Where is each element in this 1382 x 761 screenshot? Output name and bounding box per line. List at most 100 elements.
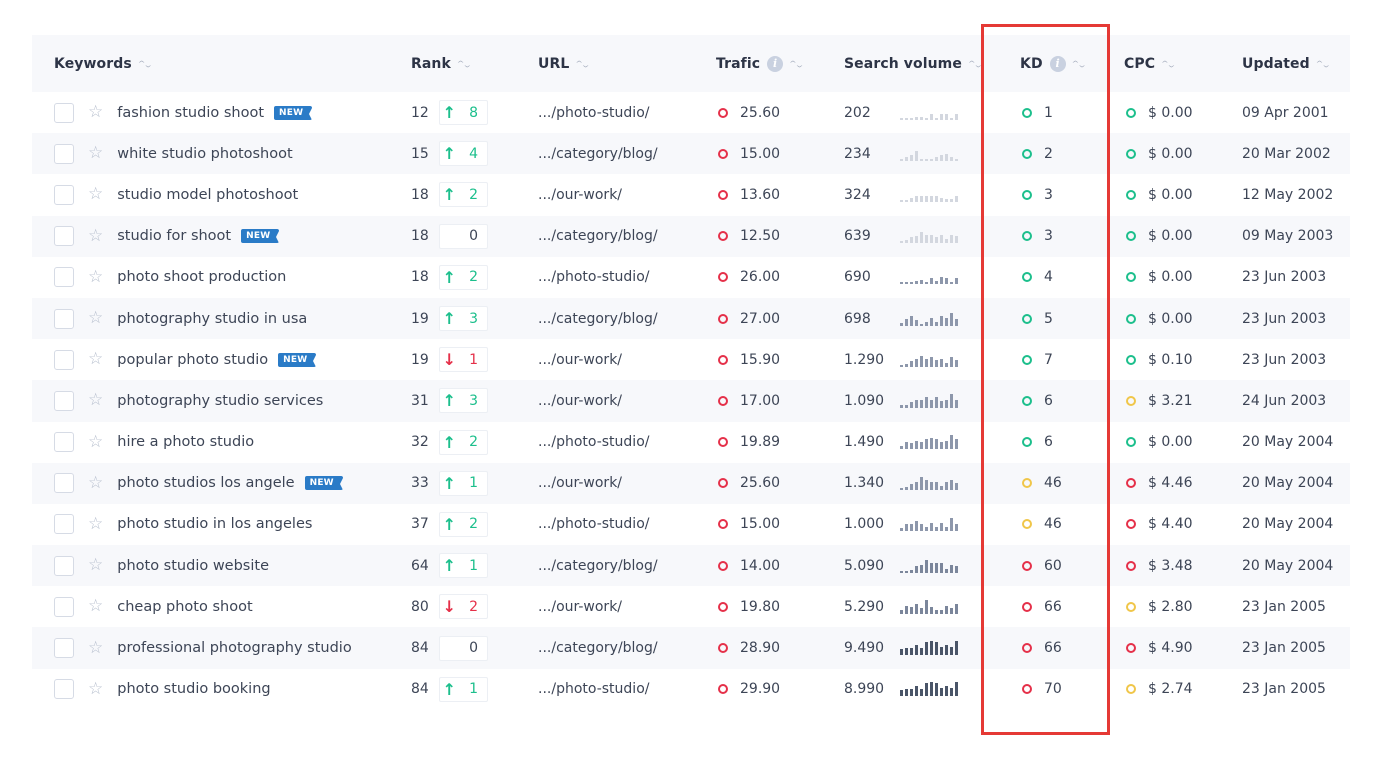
row-checkbox[interactable] [54,226,74,247]
url-cell[interactable]: .../our-work/ [538,463,622,504]
sort-arrows-icon[interactable]: ^ ^ [1072,59,1085,69]
keyword-text[interactable]: cheap photo shoot [117,599,252,615]
table-row[interactable]: ☆ photo studio website 64 ↑ 1 .../catego… [32,545,1350,587]
row-checkbox[interactable] [54,432,74,453]
table-row[interactable]: ☆ photo shoot production 18 ↑ 2 .../phot… [32,256,1350,298]
url-cell[interactable]: .../our-work/ [538,339,622,380]
row-checkbox[interactable] [54,184,74,205]
star-icon[interactable]: ☆ [88,515,103,533]
row-checkbox[interactable] [54,638,74,659]
star-icon[interactable]: ☆ [88,680,103,698]
table-row[interactable]: ☆ popular photo studio NEW 19 ↓ 1 .../ou… [32,339,1350,381]
url-link[interactable]: .../our-work/ [538,599,622,615]
url-link[interactable]: .../our-work/ [538,393,622,409]
col-header-cpc[interactable]: CPC ^ ^ [1124,35,1174,92]
star-icon[interactable]: ☆ [88,433,103,451]
keyword-text[interactable]: photo studio booking [117,681,270,697]
star-icon[interactable]: ☆ [88,392,103,409]
star-icon[interactable]: ☆ [88,351,103,368]
row-checkbox[interactable] [54,267,74,288]
url-link[interactable]: .../photo-studio/ [538,434,649,450]
star-icon[interactable]: ☆ [88,268,103,286]
table-row[interactable]: ☆ photo studio booking 84 ↑ 1 .../photo-… [32,668,1350,710]
url-link[interactable]: .../our-work/ [538,352,622,368]
sort-arrows-icon[interactable]: ^ ^ [138,59,151,69]
url-link[interactable]: .../photo-studio/ [538,516,649,532]
url-cell[interactable]: .../category/blog/ [538,627,658,668]
table-row[interactable]: ☆ photography studio services 31 ↑ 3 ...… [32,380,1350,422]
star-icon[interactable]: ☆ [88,598,103,615]
url-cell[interactable]: .../our-work/ [538,174,622,215]
keyword-text[interactable]: hire a photo studio [117,434,254,450]
info-icon[interactable]: i [1049,55,1066,72]
table-row[interactable]: ☆ studio model photoshoot 18 ↑ 2 .../our… [32,174,1350,216]
keyword-text[interactable]: photo shoot production [117,269,286,285]
row-checkbox[interactable] [54,349,74,370]
table-row[interactable]: ☆ white studio photoshoot 15 ↑ 4 .../cat… [32,133,1350,175]
keyword-text[interactable]: photo studio in los angeles [117,516,312,532]
url-link[interactable]: .../our-work/ [538,187,622,203]
sort-arrows-icon[interactable]: ^ ^ [575,59,588,69]
url-link[interactable]: .../category/blog/ [538,228,658,244]
sort-arrows-icon[interactable]: ^ ^ [789,59,802,69]
sort-arrows-icon[interactable]: ^ ^ [1161,59,1174,69]
url-cell[interactable]: .../category/blog/ [538,298,658,339]
star-icon[interactable]: ☆ [88,474,103,492]
keyword-text[interactable]: photo studios los angele [117,475,294,491]
url-link[interactable]: .../photo-studio/ [538,269,649,285]
url-link[interactable]: .../photo-studio/ [538,681,649,697]
row-checkbox[interactable] [54,390,74,411]
table-row[interactable]: ☆ studio for shoot NEW 18 0 .../category… [32,215,1350,257]
col-header-updated[interactable]: Updated ^ ^ [1242,35,1329,92]
sort-arrows-icon[interactable]: ^ ^ [1316,59,1329,69]
url-cell[interactable]: .../photo-studio/ [538,669,649,710]
row-checkbox[interactable] [54,308,74,329]
col-header-kd[interactable]: KD i ^ ^ [1020,35,1085,92]
url-cell[interactable]: .../category/blog/ [538,545,658,586]
col-header-search-volume[interactable]: Search volume ^ ^ [844,35,981,92]
sort-arrows-icon[interactable]: ^ ^ [968,59,981,69]
row-checkbox[interactable] [54,596,74,617]
star-icon[interactable]: ☆ [88,186,103,203]
url-link[interactable]: .../our-work/ [538,475,622,491]
table-row[interactable]: ☆ fashion studio shoot NEW 12 ↑ 8 .../ph… [32,92,1350,134]
url-link[interactable]: .../category/blog/ [538,640,658,656]
star-icon[interactable]: ☆ [88,639,103,657]
keyword-text[interactable]: studio for shoot [117,228,231,244]
url-link[interactable]: .../category/blog/ [538,146,658,162]
info-icon[interactable]: i [767,55,784,72]
keyword-text[interactable]: photo studio website [117,558,269,574]
col-header-traffic[interactable]: Trafic i ^ ^ [716,35,802,92]
table-row[interactable]: ☆ hire a photo studio 32 ↑ 2 .../photo-s… [32,421,1350,463]
keyword-text[interactable]: photography studio in usa [117,311,307,327]
url-cell[interactable]: .../category/blog/ [538,133,658,174]
row-checkbox[interactable] [54,473,74,494]
keyword-text[interactable]: photography studio services [117,393,323,409]
keyword-text[interactable]: professional photography studio [117,640,351,656]
col-header-rank[interactable]: Rank ^ ^ [411,35,470,92]
star-icon[interactable]: ☆ [88,310,103,327]
url-cell[interactable]: .../photo-studio/ [538,422,649,463]
keyword-text[interactable]: fashion studio shoot [117,105,264,121]
keyword-text[interactable]: studio model photoshoot [117,187,298,203]
star-icon[interactable]: ☆ [88,145,103,162]
url-cell[interactable]: .../our-work/ [538,380,622,421]
row-checkbox[interactable] [54,514,74,535]
url-cell[interactable]: .../category/blog/ [538,216,658,257]
row-checkbox[interactable] [54,102,74,123]
url-cell[interactable]: .../our-work/ [538,586,622,627]
row-checkbox[interactable] [54,555,74,576]
table-row[interactable]: ☆ professional photography studio 84 0 .… [32,627,1350,669]
url-link[interactable]: .../photo-studio/ [538,105,649,121]
keyword-text[interactable]: popular photo studio [117,352,268,368]
url-link[interactable]: .../category/blog/ [538,558,658,574]
star-icon[interactable]: ☆ [88,557,103,574]
table-row[interactable]: ☆ photo studio in los angeles 37 ↑ 2 ...… [32,503,1350,546]
col-header-keywords[interactable]: Keywords ^ ^ [54,35,151,92]
keyword-text[interactable]: white studio photoshoot [117,146,292,162]
table-row[interactable]: ☆ photography studio in usa 19 ↑ 3 .../c… [32,297,1350,340]
url-cell[interactable]: .../photo-studio/ [538,92,649,133]
row-checkbox[interactable] [54,143,74,164]
url-cell[interactable]: .../photo-studio/ [538,504,649,545]
url-cell[interactable]: .../photo-studio/ [538,257,649,298]
